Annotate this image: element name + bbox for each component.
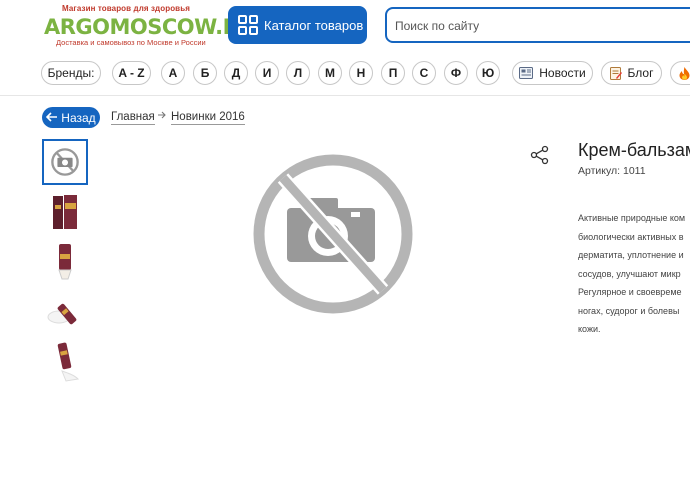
main-product-image[interactable] [238,150,428,330]
cream-box-icon [53,195,77,229]
cream-tube-icon [58,244,72,280]
letter-chip[interactable]: А [161,61,185,85]
description-line: биологически активных в [578,231,684,242]
thumbnail-no-photo[interactable] [42,139,88,185]
thumbnail-product-box[interactable] [42,189,88,235]
thumbnail-product-smear[interactable] [42,289,88,335]
share-icon [530,145,549,165]
thumbnail-product-tube[interactable] [42,239,88,285]
blog-link[interactable]: Блог [601,61,662,85]
breadcrumb-current[interactable]: Новинки 2016 [171,111,245,125]
no-photo-icon [253,154,413,314]
description-line: сосудов, улучшают микр [578,268,681,279]
letter-chip[interactable]: Н [349,61,373,85]
thumbnail-product-open[interactable] [42,339,88,385]
news-link[interactable]: Новости [512,61,593,85]
site-logo[interactable]: Магазин товаров для здоровья ARGOMOSCOW.… [40,4,255,48]
hot-link[interactable] [670,61,690,85]
grid-icon [238,15,258,35]
letter-chip[interactable]: Д [224,61,248,85]
catalog-button-label: Каталог товаров [264,17,364,33]
logo-brand: ARGOMOSCOW.RU [44,15,255,39]
share-button[interactable] [530,145,550,165]
arrow-left-icon [46,110,58,125]
back-button-label: Назад [61,110,96,125]
description-line: ногах, судорог и болевы [578,305,680,316]
cream-tube-open-icon [57,342,80,382]
letter-chip[interactable]: П [381,61,405,85]
letter-chip[interactable]: С [412,61,436,85]
fire-icon [679,66,690,80]
blog-label: Блог [627,66,654,80]
letter-chip[interactable]: Б [193,61,217,85]
header-divider [0,95,690,96]
description-line: кожи. [578,324,601,334]
news-label: Новости [539,66,586,80]
brands-label[interactable]: Бренды: [41,61,101,85]
letter-chip[interactable]: Ф [444,61,468,85]
catalog-button[interactable]: Каталог товаров [228,6,367,44]
description-line: Регулярное и своевреме [578,287,682,297]
letter-chip[interactable]: М [318,61,342,85]
letter-chip[interactable]: Ю [476,61,500,85]
product-title: Крем-бальзам [578,140,690,160]
description-line: дерматита, уплотнение и [578,250,684,260]
logo-tagline-top: Магазин товаров для здоровья [62,4,190,13]
blog-icon [609,66,622,80]
product-sku: Артикул: 1011 [578,165,646,177]
no-photo-icon [51,148,79,176]
newspaper-icon [519,67,534,79]
letter-chip[interactable]: Л [286,61,310,85]
product-description: Активные природные ком биологически акти… [578,209,690,339]
search-input[interactable] [387,9,687,43]
back-button[interactable]: Назад [42,107,100,128]
cream-tube-smear-icon [47,303,77,325]
search-box [385,7,690,43]
letter-chip[interactable]: И [255,61,279,85]
letter-az[interactable]: A - Z [112,61,151,85]
arrow-right-icon [157,110,167,123]
breadcrumb-home[interactable]: Главная [111,111,155,125]
description-line: Активные природные ком [578,213,686,223]
logo-tagline-bottom: Доставка и самовывоз по Москве и России [56,38,206,47]
